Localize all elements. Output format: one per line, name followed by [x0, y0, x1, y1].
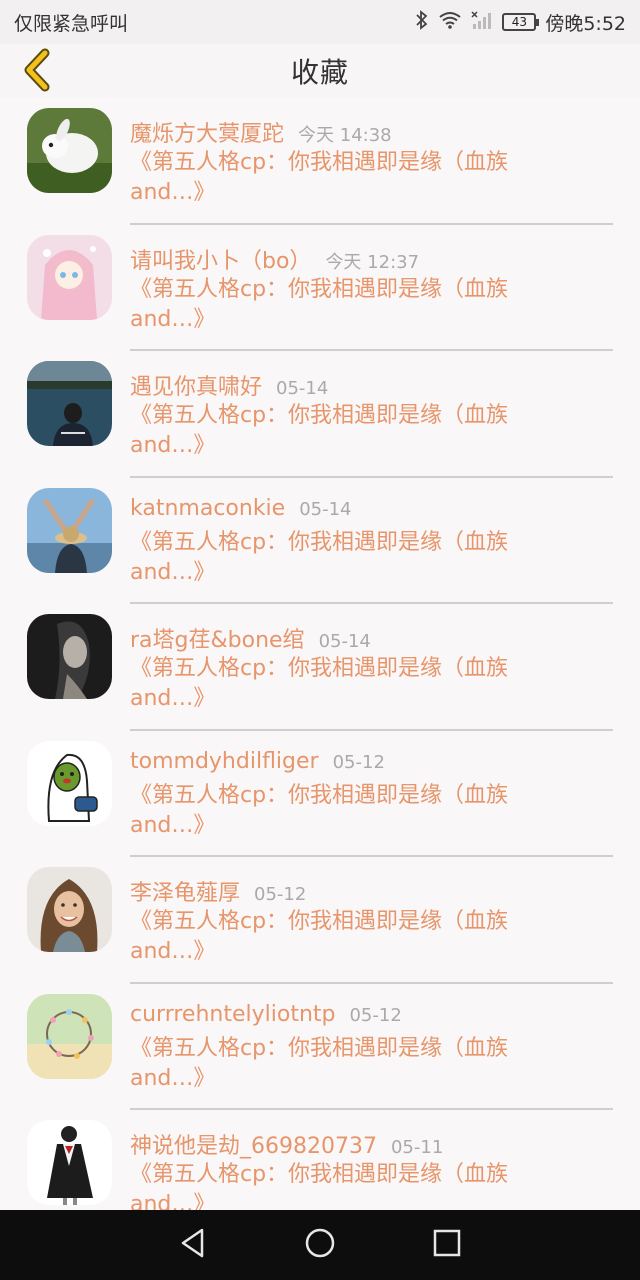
wifi-icon — [438, 11, 462, 33]
item-preview: 《第五人格cp：你我相遇即是缘（血族and…》 — [130, 656, 509, 711]
item-name: tommdyhdilfliger — [130, 748, 319, 774]
list-item[interactable]: 李泽龟薤厚 05-12 《第五人格cp：你我相遇即是缘（血族and…》 — [0, 857, 640, 984]
avatar[interactable] — [27, 867, 112, 952]
item-time: 05-12 — [349, 1004, 402, 1026]
circle-home-icon — [304, 1227, 336, 1263]
item-name: 请叫我小卜（bo） — [130, 248, 312, 274]
item-preview: 《第五人格cp：你我相遇即是缘（血族and…》 — [130, 1035, 509, 1091]
avatar[interactable] — [27, 361, 112, 446]
list-item[interactable]: 请叫我小卜（bo） 今天 12:37 《第五人格cp：你我相遇即是缘（血族and… — [0, 225, 640, 351]
item-preview: 《第五人格cp：你我相遇即是缘（血族and…》 — [130, 403, 509, 458]
item-time: 今天 12:37 — [325, 251, 420, 273]
avatar[interactable] — [27, 108, 112, 193]
avatar[interactable] — [27, 1120, 112, 1205]
item-name: 遇见你真啸好 — [130, 375, 263, 400]
favorites-list[interactable]: 魔烁方大蓂厦跎 今天 14:38 《第五人格cp：你我相遇即是缘（血族and…》… — [0, 98, 640, 1210]
item-content: ra塔g荏&bone绾 05-14 《第五人格cp：你我相遇即是缘（血族and…… — [130, 622, 613, 714]
list-item[interactable]: 遇见你真啸好 05-14 《第五人格cp：你我相遇即是缘（血族and…》 — [0, 351, 640, 478]
item-preview: 《第五人格cp：你我相遇即是缘（血族and…》 — [130, 909, 509, 964]
item-name: currrehntelyliotntp — [130, 1001, 336, 1027]
list-item[interactable]: currrehntelyliotntp 05-12 《第五人格cp：你我相遇即是… — [0, 984, 640, 1110]
item-time: 05-14 — [318, 631, 371, 652]
item-name: 神说他是劫_669820737 — [130, 1134, 377, 1159]
item-time: 05-11 — [390, 1137, 444, 1158]
status-bar: 仅限紧急呼叫 43 傍晚5:52 — [0, 0, 640, 44]
item-content: tommdyhdilfliger 05-12 《第五人格cp：你我相遇即是缘（血… — [130, 749, 613, 841]
chevron-left-icon — [19, 47, 53, 97]
page-title: 收藏 — [290, 56, 349, 89]
signal-icon — [471, 10, 493, 34]
item-content: 神说他是劫_669820737 05-11 《第五人格cp：你我相遇即是缘（血族… — [130, 1128, 613, 1210]
item-preview: 《第五人格cp：你我相遇即是缘（血族and…》 — [130, 1162, 509, 1210]
bluetooth-icon — [415, 10, 429, 34]
square-recents-icon — [432, 1228, 462, 1262]
nav-home-button[interactable] — [290, 1215, 350, 1275]
item-preview: 《第五人格cp：你我相遇即是缘（血族and…》 — [130, 529, 509, 585]
item-time: 05-12 — [332, 751, 385, 773]
item-time: 今天 14:38 — [298, 125, 392, 146]
item-preview: 《第五人格cp：你我相遇即是缘（血族and…》 — [130, 276, 509, 332]
back-button[interactable] — [14, 48, 58, 96]
item-content: 魔烁方大蓂厦跎 今天 14:38 《第五人格cp：你我相遇即是缘（血族and…》 — [130, 116, 613, 208]
triangle-back-icon — [178, 1227, 208, 1263]
item-name: 李泽龟薤厚 — [130, 881, 241, 906]
item-name: katnmaconkie — [130, 495, 286, 521]
avatar[interactable] — [27, 993, 112, 1079]
item-name: 魔烁方大蓂厦跎 — [130, 122, 285, 147]
carrier-text: 仅限紧急呼叫 — [14, 12, 129, 35]
nav-back-button[interactable] — [163, 1215, 223, 1275]
avatar[interactable] — [27, 614, 112, 699]
avatar[interactable] — [27, 740, 112, 826]
avatar[interactable] — [27, 234, 112, 320]
clock: 傍晚5:52 — [545, 12, 626, 35]
item-content: 请叫我小卜（bo） 今天 12:37 《第五人格cp：你我相遇即是缘（血族and… — [130, 243, 613, 335]
item-preview: 《第五人格cp：你我相遇即是缘（血族and…》 — [130, 782, 509, 838]
item-content: katnmaconkie 05-14 《第五人格cp：你我相遇即是缘（血族and… — [130, 496, 613, 588]
list-item[interactable]: 神说他是劫_669820737 05-11 《第五人格cp：你我相遇即是缘（血族… — [0, 1110, 640, 1210]
item-name: ra塔g荏&bone绾 — [130, 628, 305, 653]
system-nav-bar — [0, 1210, 640, 1280]
list-item[interactable]: katnmaconkie 05-14 《第五人格cp：你我相遇即是缘（血族and… — [0, 478, 640, 604]
battery-icon: 43 — [502, 13, 540, 31]
list-item[interactable]: ra塔g荏&bone绾 05-14 《第五人格cp：你我相遇即是缘（血族and…… — [0, 604, 640, 731]
item-time: 05-12 — [254, 884, 307, 905]
item-time: 05-14 — [299, 498, 352, 520]
avatar[interactable] — [27, 487, 112, 573]
status-icons: 43 傍晚5:52 — [415, 9, 626, 36]
item-preview: 《第五人格cp：你我相遇即是缘（血族and…》 — [130, 150, 509, 205]
item-time: 05-14 — [276, 378, 329, 399]
item-content: 李泽龟薤厚 05-12 《第五人格cp：你我相遇即是缘（血族and…》 — [130, 875, 613, 967]
item-content: currrehntelyliotntp 05-12 《第五人格cp：你我相遇即是… — [130, 1002, 613, 1094]
app-header: 收藏 — [0, 44, 640, 98]
list-item[interactable]: tommdyhdilfliger 05-12 《第五人格cp：你我相遇即是缘（血… — [0, 731, 640, 857]
list-item[interactable]: 魔烁方大蓂厦跎 今天 14:38 《第五人格cp：你我相遇即是缘（血族and…》 — [0, 98, 640, 225]
item-content: 遇见你真啸好 05-14 《第五人格cp：你我相遇即是缘（血族and…》 — [130, 369, 613, 461]
nav-recents-button[interactable] — [417, 1215, 477, 1275]
